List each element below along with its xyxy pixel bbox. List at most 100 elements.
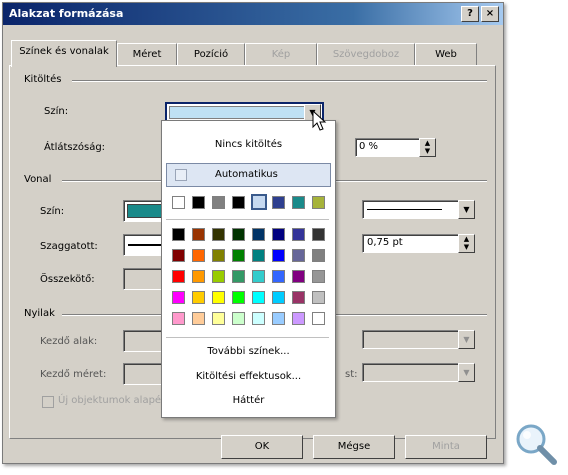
palette-color-swatch[interactable] — [212, 249, 225, 262]
palette-color-swatch[interactable] — [172, 270, 185, 283]
palette-color-swatch[interactable] — [192, 291, 205, 304]
palette-color-swatch[interactable] — [252, 312, 265, 325]
transparency-label: Átlátszóság: — [44, 142, 106, 153]
line-color-label: Szín: — [40, 206, 65, 217]
palette-color-swatch[interactable] — [272, 270, 285, 283]
recent-color-swatch[interactable] — [172, 196, 185, 209]
recent-color-swatch[interactable] — [192, 196, 205, 209]
more-colors-item[interactable]: További színek... — [162, 346, 335, 357]
tab-1[interactable]: Méret — [117, 43, 177, 66]
palette-color-swatch[interactable] — [172, 249, 185, 262]
palette-color-swatch[interactable] — [252, 270, 265, 283]
palette-color-swatch[interactable] — [272, 291, 285, 304]
palette-color-swatch[interactable] — [272, 249, 285, 262]
palette-color-swatch[interactable] — [212, 270, 225, 283]
line-weight-field[interactable]: 0,75 pt — [362, 234, 459, 253]
palette-color-swatch[interactable] — [192, 228, 205, 241]
palette-color-swatch[interactable] — [292, 228, 305, 241]
title-bar[interactable]: Alakzat formázása ? × — [3, 3, 503, 25]
palette-color-swatch[interactable] — [232, 291, 245, 304]
automatic-swatch — [175, 169, 187, 181]
palette-color-swatch[interactable] — [252, 291, 265, 304]
transparency-spinner-buttons[interactable]: ▲ ▼ — [419, 138, 436, 157]
palette-color-swatch[interactable] — [312, 249, 325, 262]
recent-color-swatch[interactable] — [212, 196, 225, 209]
tab-4[interactable]: Szövegdoboz — [317, 43, 415, 66]
magnifier-icon[interactable] — [512, 420, 560, 468]
palette-color-swatch[interactable] — [212, 312, 225, 325]
palette-color-swatch[interactable] — [312, 270, 325, 283]
palette-color-swatch[interactable] — [212, 228, 225, 241]
recent-color-swatch[interactable] — [292, 196, 305, 209]
palette-color-swatch[interactable] — [252, 249, 265, 262]
end-size-dropdown[interactable] — [362, 363, 459, 382]
begin-size-label: Kezdő méret: — [40, 369, 107, 380]
line-weight-value: 0,75 pt — [367, 237, 403, 248]
line-style-dropdown[interactable] — [362, 200, 459, 219]
palette-color-swatch[interactable] — [292, 291, 305, 304]
palette-color-swatch[interactable] — [192, 249, 205, 262]
palette-color-swatch[interactable] — [172, 291, 185, 304]
tab-0[interactable]: Színek és vonalak — [11, 40, 117, 67]
palette-color-swatch[interactable] — [312, 228, 325, 241]
connector-label: Összekötő: — [40, 274, 95, 285]
automatic-item[interactable]: Automatikus — [166, 163, 331, 187]
palette-color-swatch[interactable] — [232, 249, 245, 262]
help-button[interactable]: ? — [461, 6, 479, 22]
end-size-dropdown-arrow[interactable]: ▼ — [458, 363, 475, 382]
line-style-sample — [367, 209, 442, 210]
recent-color-swatch[interactable] — [232, 196, 245, 209]
ok-button[interactable]: OK — [221, 435, 303, 459]
recent-color-swatch[interactable] — [272, 196, 285, 209]
line-section-title: Vonal — [24, 174, 52, 185]
recent-color-swatch[interactable] — [312, 196, 325, 209]
end-style-dropdown[interactable] — [362, 330, 459, 349]
line-style-dropdown-arrow[interactable]: ▼ — [458, 200, 475, 219]
palette-color-swatch[interactable] — [312, 291, 325, 304]
palette-color-swatch[interactable] — [292, 270, 305, 283]
recent-color-swatch[interactable] — [251, 194, 267, 210]
background-item[interactable]: Háttér — [162, 395, 335, 406]
dash-label: Szaggatott: — [40, 241, 98, 252]
tab-5[interactable]: Web — [415, 43, 477, 66]
palette-color-swatch[interactable] — [192, 312, 205, 325]
palette-color-swatch[interactable] — [272, 312, 285, 325]
palette-color-swatch[interactable] — [232, 312, 245, 325]
fill-color-label: Szín: — [44, 106, 69, 117]
palette-color-swatch[interactable] — [172, 228, 185, 241]
tab-3[interactable]: Kép — [245, 43, 317, 66]
default-checkbox[interactable] — [42, 396, 54, 408]
fill-color-swatch — [169, 106, 305, 119]
arrows-section-title: Nyilak — [24, 308, 55, 319]
fill-effects-item[interactable]: Kitöltési effektusok... — [162, 371, 335, 382]
fill-section-title: Kitöltés — [24, 74, 62, 85]
palette-color-swatch[interactable] — [172, 312, 185, 325]
no-fill-item[interactable]: Nincs kitöltés — [162, 139, 335, 150]
palette-color-swatch[interactable] — [292, 312, 305, 325]
line-weight-spinner-buttons[interactable]: ▲ ▼ — [458, 234, 475, 253]
automatic-label: Automatikus — [215, 169, 278, 180]
cancel-button[interactable]: Mégse — [313, 435, 395, 459]
palette-color-swatch[interactable] — [232, 270, 245, 283]
end-size-label: st: — [345, 369, 358, 380]
preview-button[interactable]: Minta — [405, 435, 487, 459]
palette-color-swatch[interactable] — [192, 270, 205, 283]
begin-style-label: Kezdő alak: — [40, 336, 98, 347]
transparency-value: 0 % — [359, 141, 379, 152]
fill-color-popup: Nincs kitöltés Automatikus További színe… — [161, 120, 336, 418]
end-style-dropdown-arrow[interactable]: ▼ — [458, 330, 475, 349]
palette-color-swatch[interactable] — [272, 228, 285, 241]
palette-color-swatch[interactable] — [212, 291, 225, 304]
palette-color-swatch[interactable] — [292, 249, 305, 262]
palette-color-swatch[interactable] — [312, 312, 325, 325]
palette-color-swatch[interactable] — [252, 228, 265, 241]
transparency-spinner-field[interactable]: 0 % — [355, 138, 420, 157]
dialog-title: Alakzat formázása — [9, 7, 124, 20]
tab-2[interactable]: Pozíció — [177, 43, 245, 66]
mouse-cursor-icon — [312, 110, 327, 131]
palette-color-swatch[interactable] — [232, 228, 245, 241]
fill-divider — [72, 80, 487, 82]
popup-divider-1 — [166, 219, 329, 220]
popup-divider-2 — [166, 337, 329, 338]
close-button[interactable]: × — [481, 6, 499, 22]
